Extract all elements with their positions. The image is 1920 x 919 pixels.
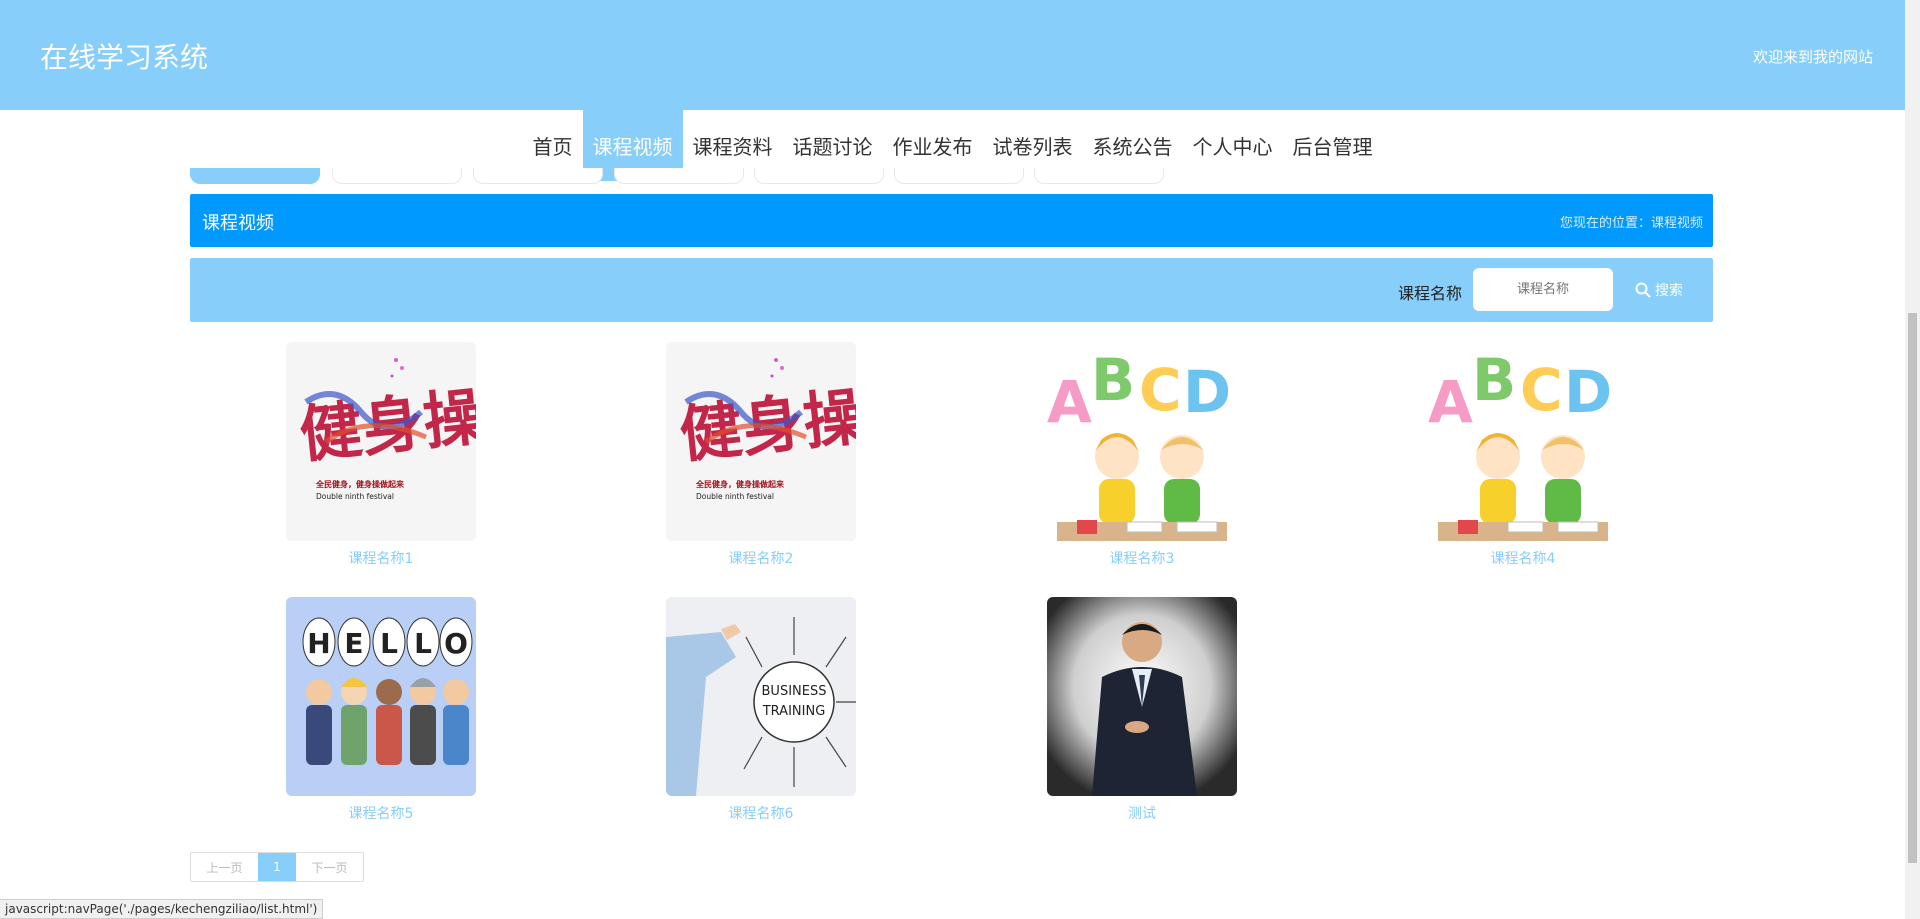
course-card[interactable]: H E L L O 课程名称5 [286,597,476,823]
nav-item-personal-center[interactable]: 个人中心 [1183,110,1283,181]
course-title[interactable]: 课程名称3 [1047,548,1237,568]
hello-letter-l1: L [380,627,398,660]
course-thumbnail[interactable]: A B C D [1428,342,1618,541]
letter-d: D [1564,358,1612,426]
search-icon [1635,282,1651,298]
welcome-text: 欢迎来到我的网站 [1752,48,1873,66]
hello-letter-e: E [344,627,363,660]
hello-letter-h: H [307,627,330,660]
breadcrumb-location: 您现在的位置：课程视频 [1559,216,1703,231]
course-card[interactable]: 健身操 全民健身，健身操做起来 Double ninth festival 课程… [666,342,856,568]
browser-status-bar: javascript:navPage('./pages/kechengzilia… [0,899,324,919]
course-card[interactable]: BUSINESS TRAINING 课程名称6 [666,597,856,823]
course-title[interactable]: 课程名称4 [1428,548,1618,568]
pagination: 上一页 1 下一页 [190,852,364,882]
course-thumbnail[interactable] [1047,597,1237,796]
tab-pill [473,168,603,184]
business-text-1: BUSINESS [762,684,827,699]
poster-line1: 全民健身，健身操做起来 [315,479,405,489]
poster-line1: 全民健身，健身操做起来 [695,479,785,489]
course-thumbnail[interactable]: A B C D [1047,342,1237,541]
course-thumbnail[interactable]: 健身操 全民健身，健身操做起来 Double ninth festival [666,342,856,541]
hello-letter-l2: L [414,627,432,660]
site-header: 在线学习系统 欢迎来到我的网站 [0,0,1905,110]
search-label: 课程名称 [1398,284,1463,303]
letter-c: C [1520,356,1563,424]
business-text-2: TRAINING [762,704,826,719]
search-bar: 课程名称 搜索 [190,258,1713,322]
course-card[interactable]: A B C D 课程名称3 [1047,342,1237,568]
course-thumbnail[interactable]: BUSINESS TRAINING [666,597,856,796]
course-title[interactable]: 课程名称1 [286,548,476,568]
letter-d: D [1183,358,1231,426]
course-card[interactable]: 测试 [1047,597,1237,823]
tab-pill [190,168,320,184]
letter-a: A [1428,368,1473,436]
course-thumbnail[interactable]: 健身操 全民健身，健身操做起来 Double ninth festival [286,342,476,541]
tab-pill [894,168,1024,184]
page-number-1[interactable]: 1 [258,853,296,881]
course-title[interactable]: 测试 [1047,803,1237,823]
breadcrumb: 课程视频 您现在的位置：课程视频 [190,194,1713,247]
search-button-label: 搜索 [1655,283,1683,299]
next-page-button[interactable]: 下一页 [296,853,363,881]
scrollbar-thumb[interactable] [1908,313,1917,863]
hello-letter-o: O [444,627,468,660]
tab-pill [1034,168,1164,184]
letter-b: B [1091,346,1135,414]
poster-line2: Double ninth festival [316,492,394,501]
poster-line2: Double ninth festival [696,492,774,501]
course-thumbnail[interactable]: H E L L O [286,597,476,796]
tab-pill [332,168,462,184]
search-button[interactable]: 搜索 [1635,275,1683,305]
course-card[interactable]: A B C D 课程名称4 [1428,342,1618,568]
tab-pill [614,168,744,184]
letter-c: C [1139,356,1182,424]
search-input[interactable] [1473,268,1613,311]
tab-pill [754,168,884,184]
nav-item-admin[interactable]: 后台管理 [1283,110,1383,181]
page-title: 课程视频 [202,213,274,234]
site-title: 在线学习系统 [40,41,209,74]
course-card[interactable]: 健身操 全民健身，健身操做起来 Double ninth festival 课程… [286,342,476,568]
course-title[interactable]: 课程名称5 [286,803,476,823]
letter-b: B [1472,346,1516,414]
letter-a: A [1047,368,1092,436]
course-title[interactable]: 课程名称2 [666,548,856,568]
scrollbar[interactable] [1905,0,1920,919]
prev-page-button[interactable]: 上一页 [191,853,258,881]
course-title[interactable]: 课程名称6 [666,803,856,823]
